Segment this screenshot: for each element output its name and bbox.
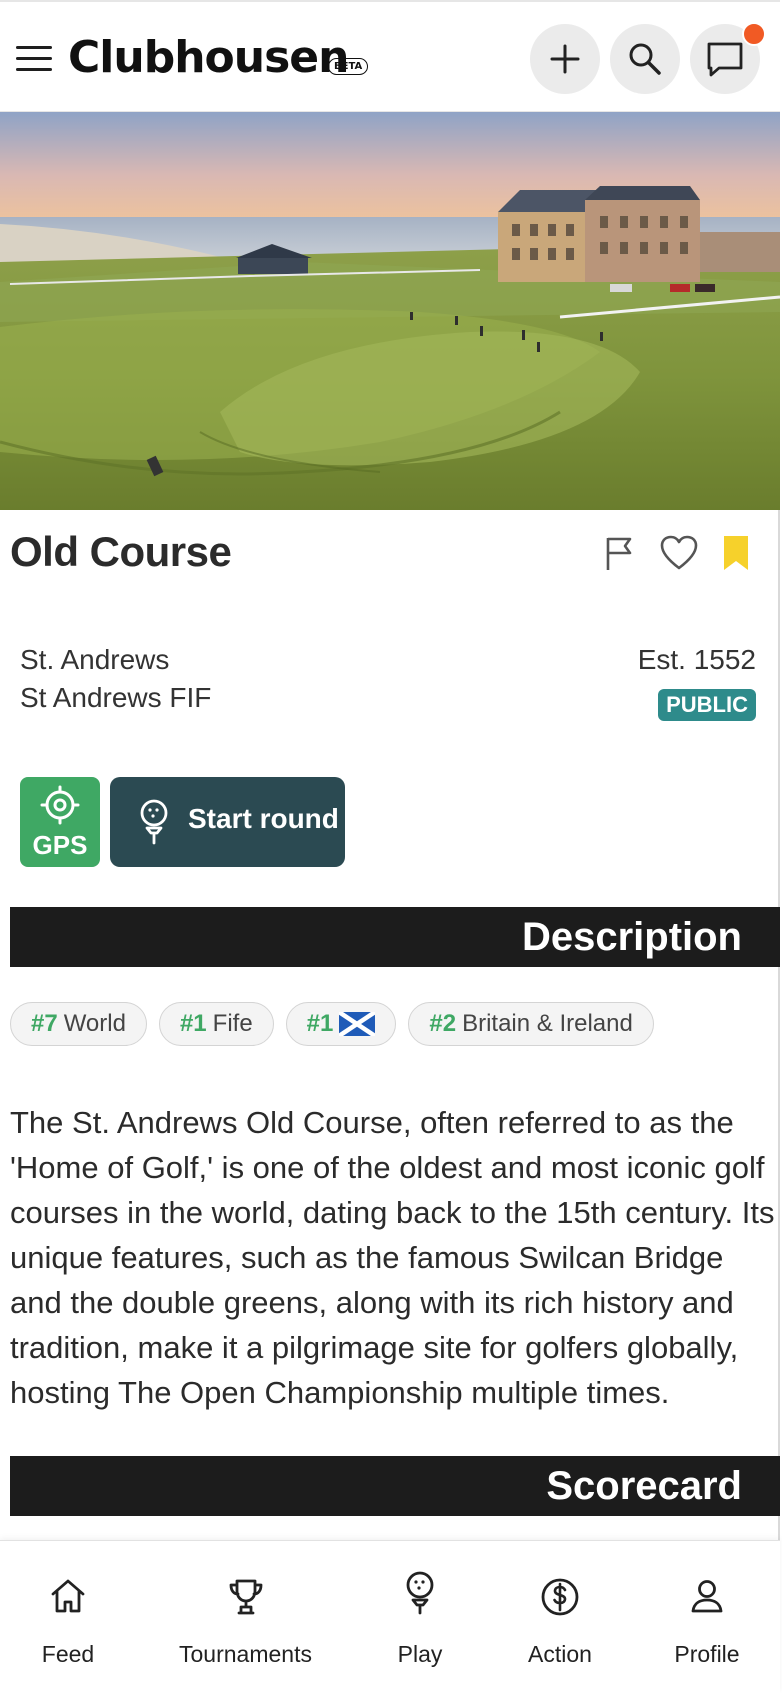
crosshair-icon — [40, 785, 80, 825]
start-round-label: Start round — [188, 803, 339, 834]
rank-label: Fife — [212, 1010, 253, 1037]
established-year: Est. 1552 — [637, 644, 756, 675]
flag-icon[interactable] — [603, 534, 637, 572]
ranking-tag-world[interactable]: #7 World — [10, 1002, 147, 1046]
app-logo[interactable]: Clubhousen — [68, 32, 349, 83]
access-badge: PUBLIC — [658, 689, 756, 721]
dollar-circle-icon — [541, 1578, 579, 1616]
notification-dot — [742, 22, 766, 46]
golf-ball-tee-icon — [406, 1571, 434, 1615]
bottom-navigation: Feed Tournaments Play Action Profile — [0, 1540, 780, 1693]
nav-label: Play — [397, 1641, 443, 1667]
nav-action[interactable]: Action — [510, 1541, 610, 1693]
search-button[interactable] — [610, 24, 680, 94]
messages-button[interactable] — [690, 22, 766, 94]
description-header: Description — [10, 907, 780, 967]
rank-number: #2 — [429, 1010, 457, 1037]
plus-icon — [550, 44, 580, 74]
heart-icon[interactable] — [659, 534, 699, 572]
scotland-flag-icon — [339, 1012, 376, 1036]
start-round-button[interactable]: Start round — [110, 777, 345, 867]
course-city: St. Andrews — [20, 644, 170, 675]
gps-button[interactable]: GPS — [20, 777, 100, 867]
top-header: Clubhousen BETA — [0, 0, 780, 112]
nav-label: Action — [528, 1641, 592, 1667]
trophy-icon — [229, 1579, 262, 1615]
course-hero-image — [0, 112, 780, 510]
home-icon — [51, 1579, 85, 1613]
gps-label: GPS — [32, 830, 88, 860]
rank-number: #1 — [306, 1010, 334, 1037]
nav-label: Feed — [41, 1641, 95, 1667]
rank-number: #7 — [31, 1010, 58, 1037]
nav-tournaments[interactable]: Tournaments — [173, 1541, 318, 1693]
add-button[interactable] — [530, 24, 600, 94]
chat-icon — [707, 42, 743, 77]
course-title: Old Course — [10, 528, 232, 575]
rank-number: #1 — [179, 1010, 207, 1037]
app-frame: Clubhousen BETA Old Course St. Andrews S… — [0, 0, 780, 1693]
menu-icon[interactable] — [16, 46, 52, 76]
nav-label: Tournaments — [179, 1641, 312, 1667]
nav-profile[interactable]: Profile — [657, 1541, 757, 1693]
search-icon — [629, 43, 661, 75]
beta-badge: BETA — [328, 58, 369, 75]
ranking-tag-fife[interactable]: #1 Fife — [158, 1002, 274, 1046]
ranking-tags: #7 World #1 Fife #1 #2 Britain & Ireland — [10, 1002, 654, 1046]
rank-label: World — [63, 1010, 126, 1037]
nav-label: Profile — [674, 1641, 740, 1667]
course-region: St Andrews FIF — [20, 682, 212, 713]
scorecard-header: Scorecard — [10, 1456, 780, 1516]
nav-feed[interactable]: Feed — [18, 1541, 118, 1693]
nav-play[interactable]: Play — [370, 1541, 470, 1693]
ranking-tag-britain-ireland[interactable]: #2 Britain & Ireland — [408, 1002, 654, 1046]
course-description: The St. Andrews Old Course, often referr… — [10, 1105, 775, 1410]
bookmark-icon[interactable] — [721, 534, 751, 572]
golf-ball-tee-icon — [140, 799, 168, 845]
user-icon — [691, 1580, 723, 1613]
ranking-tag-scotland[interactable]: #1 — [285, 1002, 397, 1046]
rank-label: Britain & Ireland — [462, 1010, 633, 1037]
